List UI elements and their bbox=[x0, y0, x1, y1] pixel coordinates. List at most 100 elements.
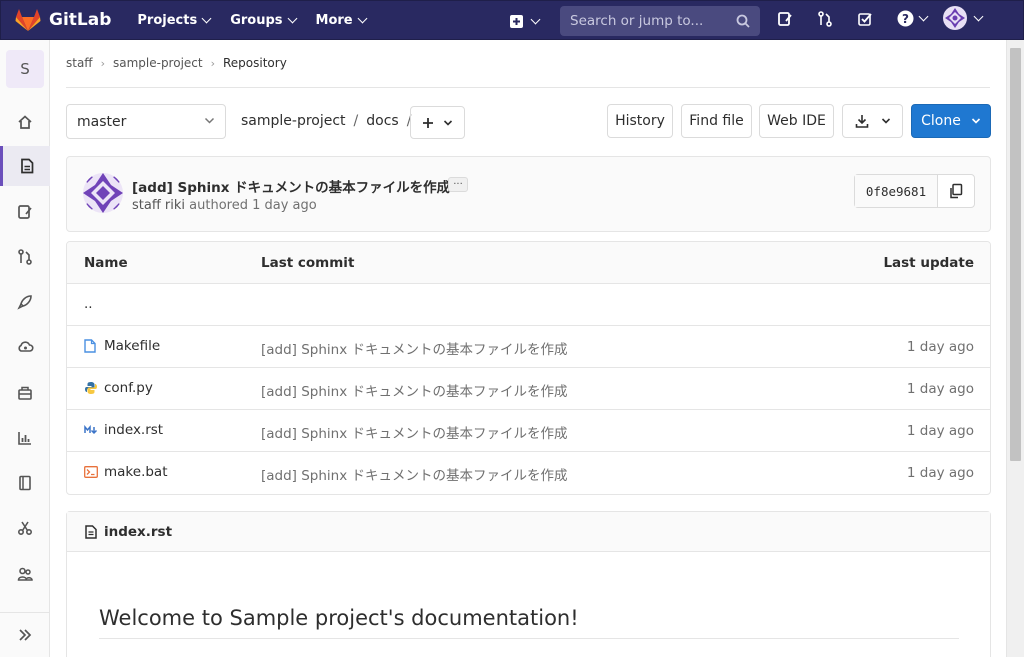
col-last-commit: Last commit bbox=[261, 255, 355, 271]
collapse-sidebar-button[interactable] bbox=[0, 612, 50, 657]
table-header: Name Last commit Last update bbox=[67, 242, 990, 284]
user-menu[interactable] bbox=[943, 6, 984, 30]
file-commit-message[interactable]: [add] Sphinx ドキュメントの基本ファイルを作成 bbox=[261, 464, 568, 484]
issues-shortcut[interactable] bbox=[777, 11, 817, 27]
nav-icon-group: ? bbox=[777, 10, 937, 27]
merge-request-icon bbox=[18, 249, 32, 265]
file-commit-message[interactable]: [add] Sphinx ドキュメントの基本ファイルを作成 bbox=[261, 338, 568, 358]
sidebar-item-operations[interactable] bbox=[0, 327, 50, 367]
sidebar-item-repository[interactable] bbox=[0, 146, 50, 186]
gitlab-logo[interactable]: GitLab bbox=[15, 8, 111, 32]
user-avatar-icon bbox=[943, 6, 967, 30]
nav-projects[interactable]: Projects bbox=[137, 13, 212, 28]
members-icon bbox=[17, 567, 33, 581]
commit-author-avatar[interactable] bbox=[83, 173, 123, 213]
scrollbar-thumb[interactable] bbox=[1010, 48, 1021, 461]
help-dropdown[interactable]: ? bbox=[897, 10, 937, 27]
table-row[interactable]: make.bat [add] Sphinx ドキュメントの基本ファイルを作成 1… bbox=[67, 452, 990, 494]
table-row[interactable]: conf.py [add] Sphinx ドキュメントの基本ファイルを作成 1 … bbox=[67, 368, 990, 410]
sidebar-item-merge-requests[interactable] bbox=[0, 237, 50, 277]
add-to-tree-dropdown[interactable] bbox=[410, 106, 465, 139]
readme-panel: index.rst Welcome to Sample project's do… bbox=[66, 511, 991, 657]
file-commit-message[interactable]: [add] Sphinx ドキュメントの基本ファイルを作成 bbox=[261, 380, 568, 400]
todo-check-icon bbox=[858, 12, 872, 26]
commit-author[interactable]: staff riki bbox=[132, 198, 185, 213]
download-dropdown[interactable] bbox=[842, 104, 903, 138]
branch-name: master bbox=[77, 113, 127, 130]
last-commit-panel: [add] Sphinx ドキュメントの基本ファイルを作成 ... staff … bbox=[66, 156, 991, 232]
chevron-down-icon bbox=[287, 13, 297, 23]
table-row[interactable]: Makefile [add] Sphinx ドキュメントの基本ファイルを作成 1… bbox=[67, 326, 990, 368]
sidebar-item-ci-cd[interactable] bbox=[0, 282, 50, 322]
file-name-label: Makefile bbox=[104, 338, 161, 354]
file-name[interactable]: index.rst bbox=[84, 422, 163, 438]
merge-requests-shortcut[interactable] bbox=[817, 10, 857, 27]
commit-meta: staff riki authored 1 day ago bbox=[132, 198, 317, 213]
file-icon bbox=[84, 339, 98, 353]
nav-groups[interactable]: Groups bbox=[230, 13, 297, 28]
clone-label: Clone bbox=[921, 113, 961, 129]
path-root[interactable]: sample-project bbox=[241, 113, 346, 129]
plus-square-icon bbox=[510, 14, 523, 28]
sidebar-item-members[interactable] bbox=[0, 554, 50, 594]
todos-shortcut[interactable] bbox=[857, 11, 897, 27]
clone-dropdown[interactable]: Clone bbox=[911, 104, 991, 138]
col-name: Name bbox=[84, 255, 128, 271]
vertical-scrollbar[interactable] bbox=[1006, 40, 1024, 657]
breadcrumb-sample-project[interactable]: sample-project bbox=[113, 56, 203, 70]
operations-icon bbox=[17, 341, 34, 352]
help-icon: ? bbox=[897, 10, 914, 27]
path-docs[interactable]: docs bbox=[366, 113, 398, 129]
sidebar-item-analytics[interactable] bbox=[0, 418, 50, 458]
commit-title[interactable]: [add] Sphinx ドキュメントの基本ファイルを作成 bbox=[132, 176, 450, 196]
nav-more[interactable]: More bbox=[315, 12, 368, 28]
file-commit-message[interactable]: [add] Sphinx ドキュメントの基本ファイルを作成 bbox=[261, 422, 568, 442]
new-item-dropdown[interactable] bbox=[509, 14, 549, 29]
plus-icon bbox=[423, 117, 433, 128]
project-initial: S bbox=[20, 60, 30, 78]
file-name-label: index.rst bbox=[104, 422, 164, 438]
parent-dir-link[interactable]: .. bbox=[84, 296, 93, 312]
toggle-commit-description-button[interactable]: ... bbox=[448, 177, 468, 192]
sidebar-item-project[interactable] bbox=[0, 102, 50, 142]
terminal-icon bbox=[84, 466, 98, 478]
sidebar-item-wiki[interactable] bbox=[0, 463, 50, 503]
issues-icon bbox=[778, 11, 792, 26]
breadcrumb-separator-icon: › bbox=[100, 56, 105, 70]
history-button[interactable]: History bbox=[607, 104, 673, 138]
file-text-icon bbox=[85, 524, 97, 539]
commit-sha[interactable]: 0f8e9681 bbox=[855, 175, 938, 207]
repository-icon bbox=[20, 158, 33, 174]
web-ide-button[interactable]: Web IDE bbox=[759, 104, 834, 138]
readme-filename[interactable]: index.rst bbox=[104, 524, 172, 540]
file-name[interactable]: make.bat bbox=[84, 464, 168, 480]
project-avatar[interactable]: S bbox=[6, 50, 44, 88]
sidebar-item-snippets[interactable] bbox=[0, 508, 50, 548]
table-row[interactable]: index.rst [add] Sphinx ドキュメントの基本ファイルを作成 … bbox=[67, 410, 990, 452]
breadcrumb-staff[interactable]: staff bbox=[66, 56, 93, 70]
search-input[interactable]: Search or jump to... bbox=[560, 6, 760, 36]
rocket-icon bbox=[17, 295, 32, 310]
chevron-down-icon bbox=[357, 13, 368, 23]
snippets-icon bbox=[17, 521, 33, 536]
file-name-label: conf.py bbox=[104, 380, 153, 396]
chevron-down-icon bbox=[201, 13, 212, 23]
nav-more-label: More bbox=[315, 12, 353, 28]
home-icon bbox=[18, 115, 32, 129]
package-icon bbox=[18, 386, 32, 400]
project-sidebar: S bbox=[0, 40, 50, 657]
find-file-label: Find file bbox=[689, 113, 744, 129]
table-row-parent[interactable]: .. bbox=[67, 284, 990, 326]
copy-sha-button[interactable] bbox=[938, 175, 974, 207]
sidebar-item-issues[interactable] bbox=[0, 192, 50, 232]
breadcrumb-current[interactable]: Repository bbox=[223, 56, 287, 70]
branch-selector[interactable]: master bbox=[66, 104, 226, 139]
search-placeholder: Search or jump to... bbox=[570, 13, 704, 29]
file-name[interactable]: Makefile bbox=[84, 338, 160, 354]
sidebar-item-packages[interactable] bbox=[0, 373, 50, 413]
file-name[interactable]: conf.py bbox=[84, 380, 153, 396]
find-file-button[interactable]: Find file bbox=[681, 104, 752, 138]
file-last-update: 1 day ago bbox=[906, 381, 974, 397]
wiki-icon bbox=[19, 475, 31, 491]
svg-text:?: ? bbox=[902, 12, 909, 26]
